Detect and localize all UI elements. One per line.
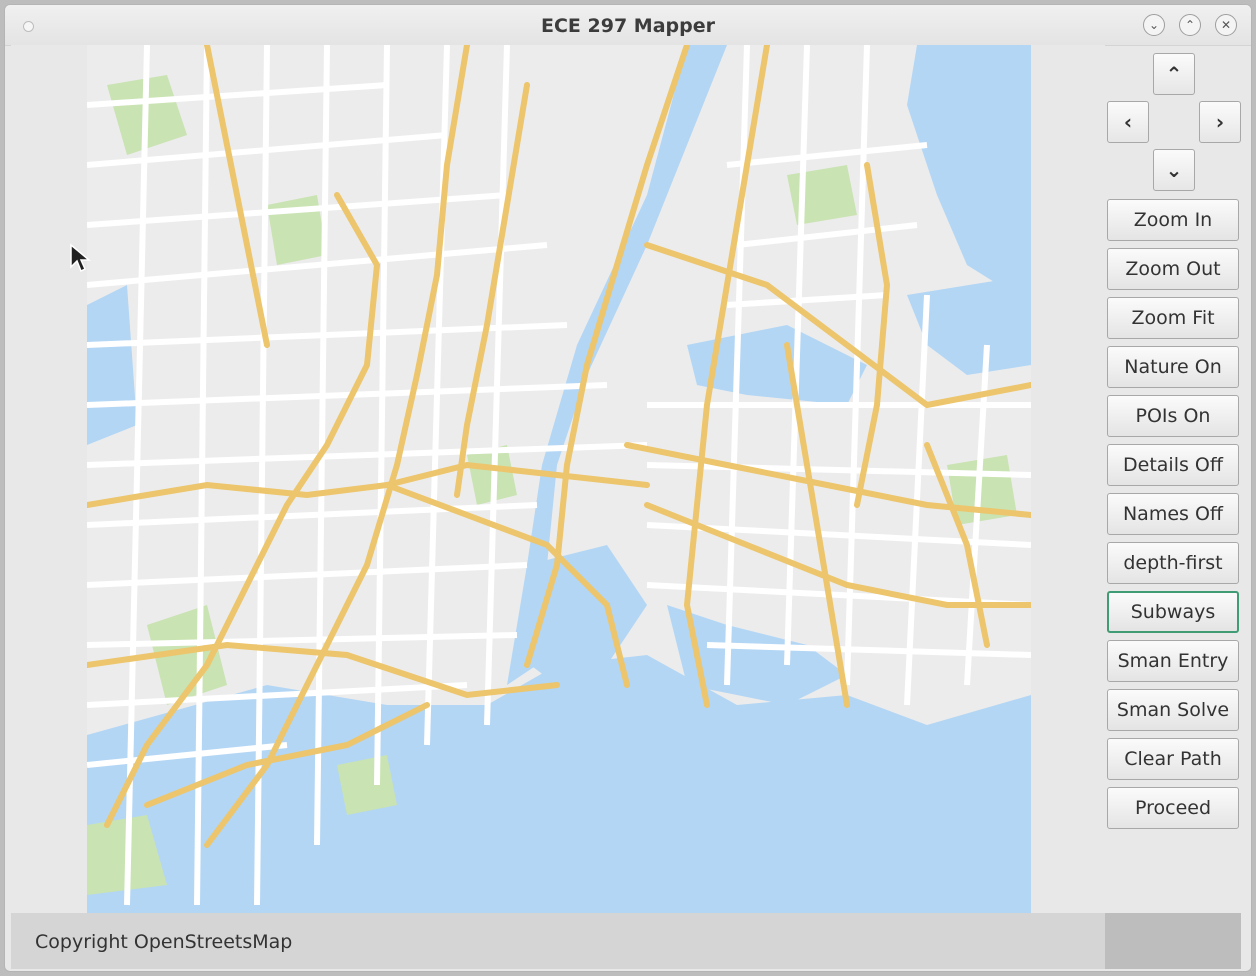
minimize-button[interactable]: ⌄ bbox=[1143, 14, 1165, 36]
chevron-right-icon: › bbox=[1215, 110, 1225, 134]
map-canvas[interactable] bbox=[11, 45, 1105, 913]
subways-button[interactable]: Subways bbox=[1107, 591, 1239, 633]
names-toggle-button[interactable]: Names Off bbox=[1107, 493, 1239, 535]
nature-toggle-button[interactable]: Nature On bbox=[1107, 346, 1239, 388]
title-bar[interactable]: ECE 297 Mapper ⌄ ⌃ ✕ bbox=[5, 5, 1251, 46]
clear-path-button[interactable]: Clear Path bbox=[1107, 738, 1239, 780]
status-text: Copyright OpenStreetsMap bbox=[35, 931, 293, 953]
pan-down-button[interactable]: ⌄ bbox=[1153, 149, 1195, 191]
zoom-fit-button[interactable]: Zoom Fit bbox=[1107, 297, 1239, 339]
zoom-out-button[interactable]: Zoom Out bbox=[1107, 248, 1239, 290]
depth-first-button[interactable]: depth-first bbox=[1107, 542, 1239, 584]
pan-up-button[interactable]: ⌃ bbox=[1153, 53, 1195, 95]
chevron-left-icon: ‹ bbox=[1123, 110, 1133, 134]
maximize-button[interactable]: ⌃ bbox=[1179, 14, 1201, 36]
close-button[interactable]: ✕ bbox=[1215, 14, 1237, 36]
status-bar: Copyright OpenStreetsMap bbox=[11, 913, 1105, 969]
pan-left-button[interactable]: ‹ bbox=[1107, 101, 1149, 143]
chevron-down-icon: ⌄ bbox=[1165, 158, 1183, 182]
zoom-in-button[interactable]: Zoom In bbox=[1107, 199, 1239, 241]
window-title: ECE 297 Mapper bbox=[541, 15, 715, 37]
details-toggle-button[interactable]: Details Off bbox=[1107, 444, 1239, 486]
status-bar-corner bbox=[1105, 913, 1241, 969]
chevron-up-icon: ⌃ bbox=[1165, 62, 1183, 86]
map-view[interactable] bbox=[87, 45, 1031, 913]
map-graphics bbox=[87, 45, 1031, 913]
proceed-button[interactable]: Proceed bbox=[1107, 787, 1239, 829]
pan-right-button[interactable]: › bbox=[1199, 101, 1241, 143]
sman-entry-button[interactable]: Sman Entry bbox=[1107, 640, 1239, 682]
app-window: ECE 297 Mapper ⌄ ⌃ ✕ ⌃ ‹ › ⌄ Zoom In Zoo… bbox=[4, 4, 1252, 972]
sman-solve-button[interactable]: Sman Solve bbox=[1107, 689, 1239, 731]
control-panel: ⌃ ‹ › ⌄ Zoom In Zoom Out Zoom Fit Nature… bbox=[1105, 45, 1251, 913]
cursor-icon bbox=[70, 243, 91, 273]
pois-toggle-button[interactable]: POIs On bbox=[1107, 395, 1239, 437]
